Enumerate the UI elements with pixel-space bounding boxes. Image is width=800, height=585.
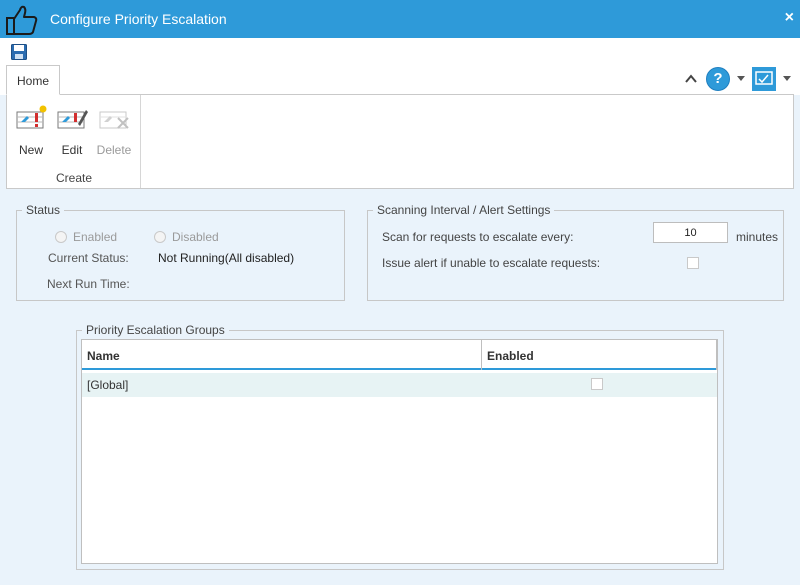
escalation-groups-grid: Name Enabled [Global] (81, 339, 718, 564)
enabled-radio[interactable] (55, 231, 67, 243)
chevron-down-icon[interactable] (783, 76, 791, 81)
edit-icon (57, 110, 88, 129)
new-button[interactable]: New (13, 104, 49, 157)
cell-enabled-checkbox[interactable] (591, 378, 603, 390)
help-icon[interactable]: ? (706, 67, 730, 91)
title-bar: Configure Priority Escalation × (0, 0, 800, 38)
layout-icon[interactable] (752, 67, 776, 91)
grid-header: Name Enabled (82, 340, 717, 370)
edit-button[interactable]: Edit (54, 104, 90, 157)
column-divider[interactable] (716, 340, 717, 370)
disabled-radio-label: Disabled (172, 230, 219, 244)
scan-interval-input[interactable] (653, 222, 728, 243)
quick-access-toolbar (0, 38, 800, 64)
ribbon-group-create-label: Create (56, 171, 93, 185)
thumbs-up-icon (6, 5, 38, 35)
current-status-value: Not Running(All disabled) (158, 251, 295, 265)
close-icon[interactable]: × (785, 9, 794, 27)
tab-home[interactable]: Home (6, 65, 60, 95)
save-icon[interactable] (11, 44, 27, 60)
current-status-label: Current Status: (48, 251, 129, 265)
escalation-groups-legend: Priority Escalation Groups (82, 323, 229, 337)
window-title: Configure Priority Escalation (50, 11, 227, 27)
issue-alert-checkbox[interactable] (687, 257, 699, 269)
new-icon (16, 105, 47, 129)
scan-interval-unit: minutes (736, 230, 779, 244)
delete-icon (99, 111, 129, 129)
edit-label: Edit (61, 143, 83, 157)
chevron-up-icon[interactable] (685, 74, 697, 84)
enabled-radio-label: Enabled (73, 230, 118, 244)
chevron-down-icon[interactable] (737, 76, 745, 81)
ribbon-group-separator (140, 95, 141, 188)
column-divider[interactable] (481, 340, 482, 370)
ribbon-tab-strip (0, 64, 800, 95)
next-run-label: Next Run Time: (47, 277, 130, 291)
scan-settings-legend: Scanning Interval / Alert Settings (373, 203, 555, 217)
disabled-radio[interactable] (154, 231, 166, 243)
delete-label: Delete (96, 143, 132, 157)
issue-alert-label: Issue alert if unable to escalate reques… (382, 256, 601, 270)
delete-button[interactable]: Delete (96, 104, 132, 157)
cell-name: [Global] (87, 378, 129, 392)
table-row[interactable]: [Global] (82, 373, 717, 397)
new-label: New (18, 143, 43, 157)
column-header-enabled[interactable]: Enabled (487, 349, 534, 363)
status-legend: Status (22, 203, 65, 217)
scan-interval-label: Scan for requests to escalate every: (382, 230, 574, 244)
column-header-name[interactable]: Name (87, 349, 120, 363)
